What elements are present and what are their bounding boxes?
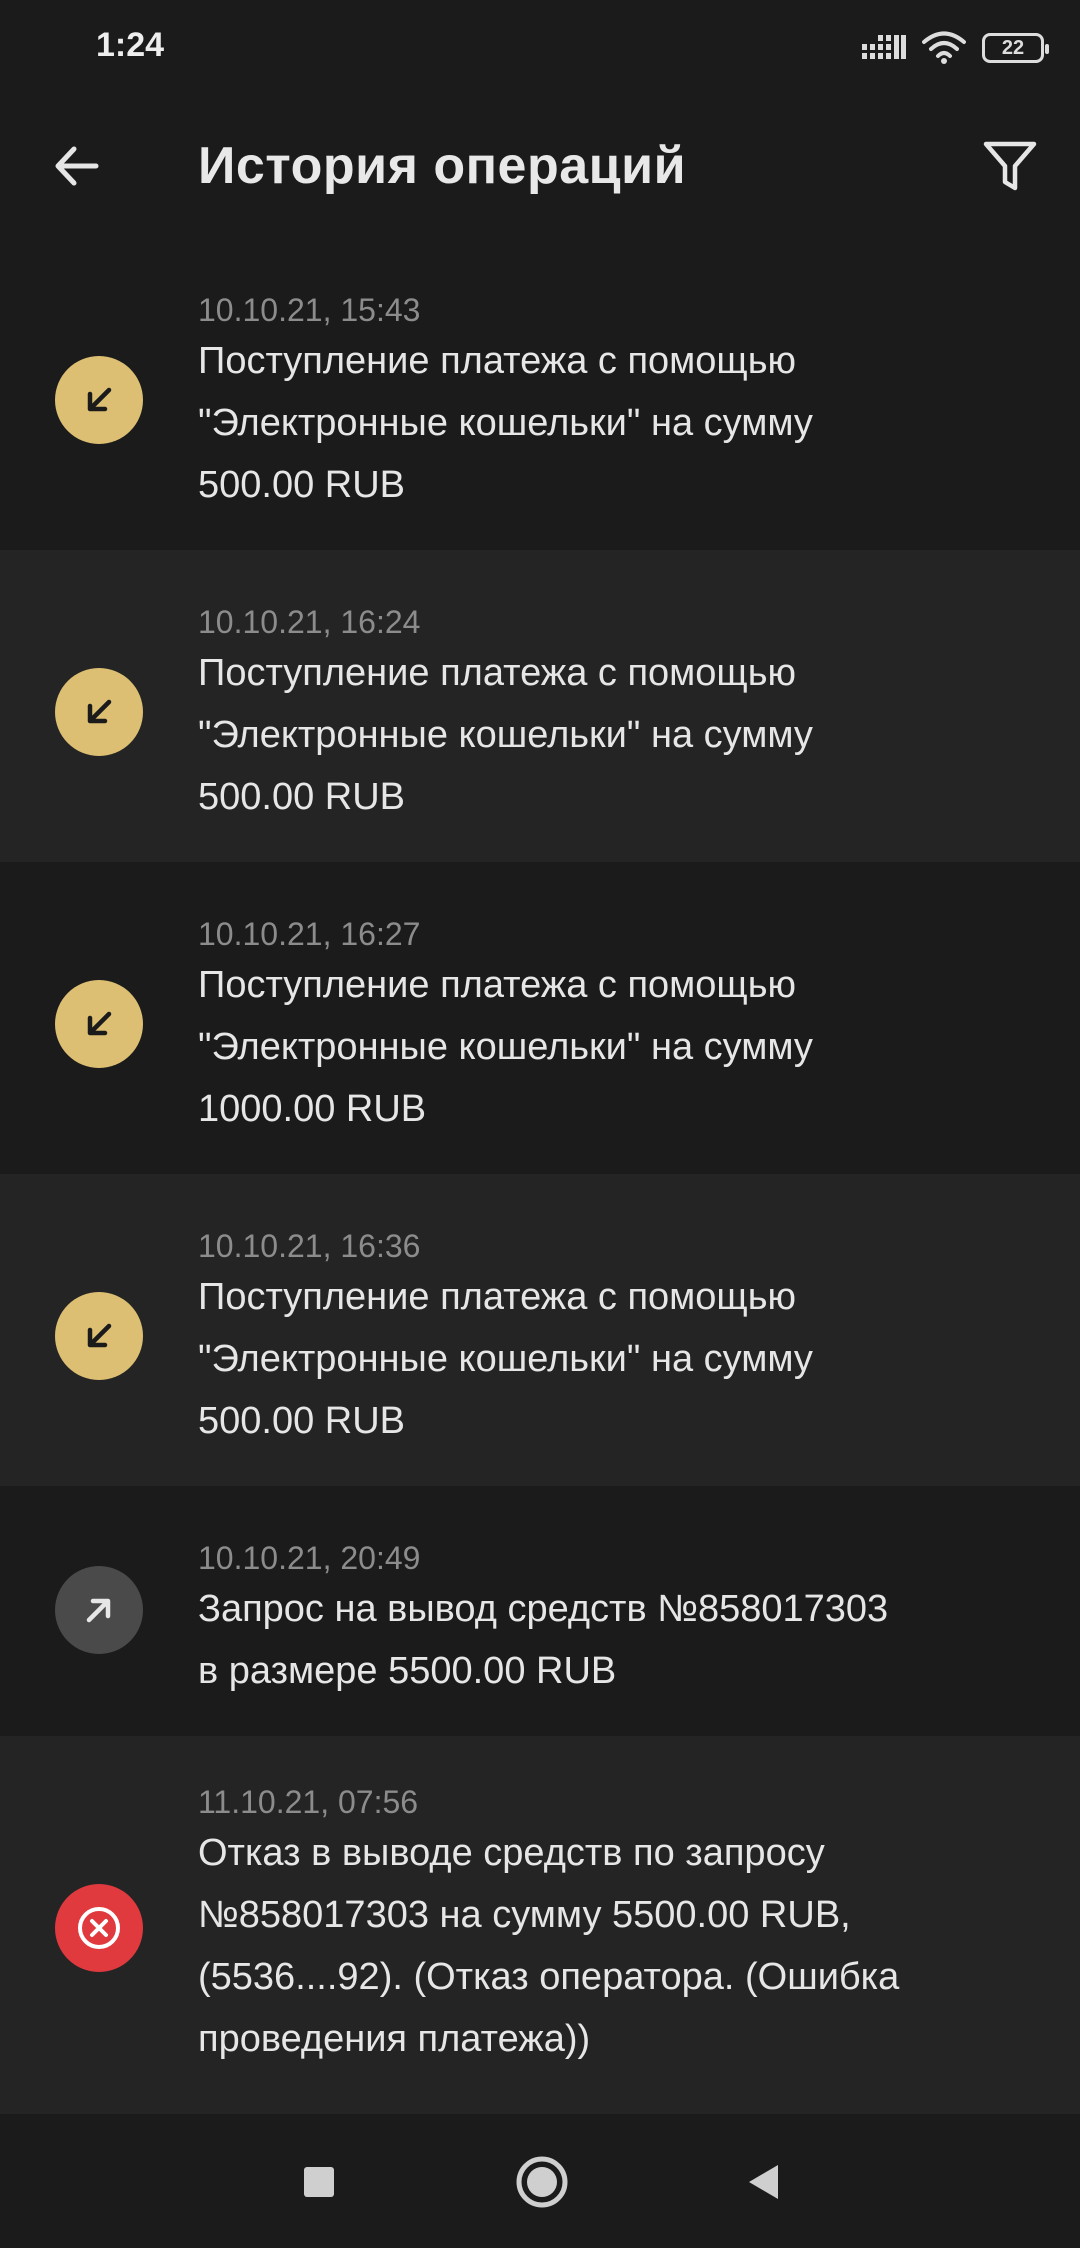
operation-text-line: "Электронные кошельки" на сумму: [198, 714, 813, 756]
operation-text-line: Запрос на вывод средств №858017303: [198, 1588, 889, 1630]
operation-text-line: проведения платежа)): [198, 2018, 591, 2060]
battery-icon: 22: [982, 33, 1049, 63]
operation-description: Поступление платежа с помощью "Электронн…: [198, 954, 1028, 1140]
incoming-payment-badge: [55, 980, 143, 1068]
operation-date: 10.10.21, 20:49: [198, 1540, 421, 1576]
status-time: 1:24: [96, 26, 165, 64]
operation-date: 10.10.21, 16:27: [198, 916, 421, 952]
operation-item[interactable]: 10.10.21, 16:36 Поступление платежа с по…: [0, 1174, 1080, 1486]
arrow-down-left-icon: [87, 1011, 112, 1036]
operation-text-line: Поступление платежа с помощью: [198, 1276, 796, 1318]
operation-date: 10.10.21, 16:24: [198, 604, 421, 640]
home-icon: [516, 2156, 568, 2208]
nav-back-button[interactable]: [728, 2146, 800, 2218]
back-icon: [749, 2165, 778, 2199]
operation-text-line: №858017303 на сумму 5500.00 RUB,: [198, 1894, 851, 1936]
operation-description: Поступление платежа с помощью "Электронн…: [198, 1266, 1028, 1452]
filter-button[interactable]: [976, 132, 1044, 200]
operation-date: 10.10.21, 16:36: [198, 1228, 421, 1264]
operation-text-line: 500.00 RUB: [198, 464, 406, 506]
withdrawal-rejected-badge: [55, 1884, 143, 1972]
recent-apps-icon: [304, 2167, 334, 2197]
operation-item[interactable]: 10.10.21, 16:24 Поступление платежа с по…: [0, 550, 1080, 862]
status-icons: 22: [862, 28, 1049, 68]
arrow-left-icon: [55, 146, 99, 186]
operation-text-line: Поступление платежа с помощью: [198, 964, 796, 1006]
arrow-down-left-icon: [87, 699, 112, 724]
filter-icon: [983, 141, 1037, 191]
operation-text-line: "Электронные кошельки" на сумму: [198, 402, 813, 444]
operation-text-line: Отказ в выводе средств по запросу: [198, 1832, 825, 1874]
operation-item[interactable]: 11.10.21, 07:56 Отказ в выводе средств п…: [0, 1736, 1080, 2114]
page-title: История операций: [198, 137, 687, 195]
signal-icon: [862, 35, 906, 59]
incoming-payment-badge: [55, 668, 143, 756]
operation-description: Отказ в выводе средств по запросу №85801…: [198, 1822, 1028, 2070]
operation-text-line: Поступление платежа с помощью: [198, 652, 796, 694]
operation-description: Поступление платежа с помощью "Электронн…: [198, 642, 1028, 828]
arrow-down-left-icon: [87, 1323, 112, 1348]
operation-text-line: "Электронные кошельки" на сумму: [198, 1338, 813, 1380]
system-nav-bar: [0, 2116, 1080, 2248]
back-button[interactable]: [44, 134, 108, 198]
status-bar: 1:24 22: [0, 0, 1080, 96]
operation-text-line: "Электронные кошельки" на сумму: [198, 1026, 813, 1068]
app-bar: История операций: [0, 96, 1080, 238]
recent-apps-button[interactable]: [283, 2146, 355, 2218]
arrow-up-right-icon: [86, 1598, 111, 1623]
wifi-icon: [922, 31, 966, 64]
operation-text-line: 500.00 RUB: [198, 1400, 406, 1442]
operations-list: 10.10.21, 15:43 Поступление платежа с по…: [0, 238, 1080, 2114]
operation-date: 11.10.21, 07:56: [198, 1784, 419, 1820]
arrow-down-left-icon: [87, 387, 112, 412]
operation-description: Поступление платежа с помощью "Электронн…: [198, 330, 1028, 516]
close-circle-icon: [78, 1907, 120, 1949]
operation-text-line: Поступление платежа с помощью: [198, 340, 796, 382]
operation-text-line: в размере 5500.00 RUB: [198, 1650, 617, 1692]
home-button[interactable]: [506, 2146, 578, 2218]
incoming-payment-badge: [55, 1292, 143, 1380]
withdrawal-request-badge: [55, 1566, 143, 1654]
operation-item[interactable]: 10.10.21, 20:49 Запрос на вывод средств …: [0, 1486, 1080, 1736]
operation-date: 10.10.21, 15:43: [198, 292, 421, 328]
operation-description: Запрос на вывод средств №858017303 в раз…: [198, 1578, 1028, 1702]
battery-level: 22: [1001, 36, 1025, 59]
operation-text-line: 500.00 RUB: [198, 776, 406, 818]
operation-item[interactable]: 10.10.21, 16:27 Поступление платежа с по…: [0, 862, 1080, 1174]
operation-text-line: (5536....92). (Отказ оператора. (Ошибка: [198, 1956, 900, 1998]
operation-text-line: 1000.00 RUB: [198, 1088, 427, 1130]
incoming-payment-badge: [55, 356, 143, 444]
operation-item[interactable]: 10.10.21, 15:43 Поступление платежа с по…: [0, 238, 1080, 550]
